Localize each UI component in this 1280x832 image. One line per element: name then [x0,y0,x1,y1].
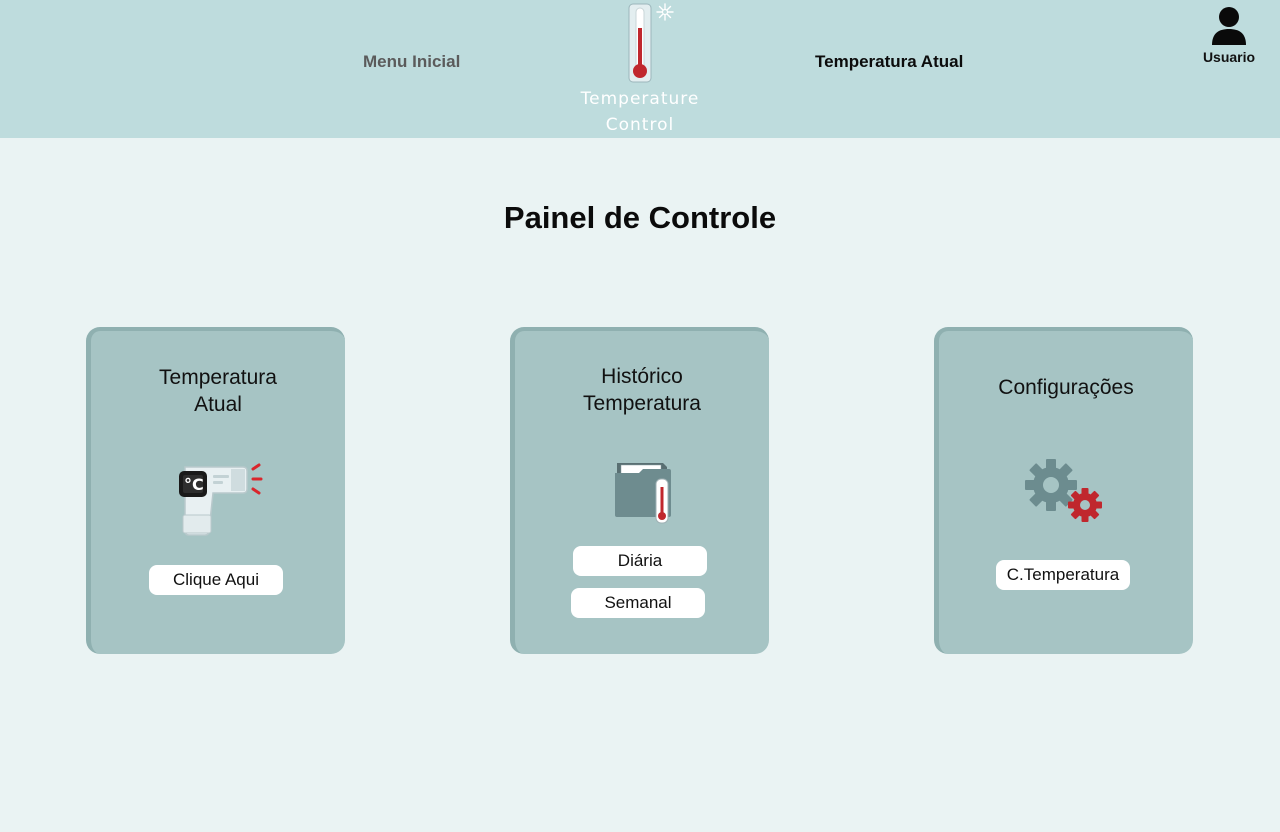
folder-thermometer-icon [615,463,671,524]
card-title: Histórico Temperatura [515,363,769,417]
logo-text-line2: Control [605,115,675,135]
logo-text: Temperature Control [570,86,710,138]
gears-icon [1025,459,1102,522]
card-title-line2: Temperatura [583,392,701,415]
card-configuracoes: Configurações C.Temperatura [934,327,1193,654]
top-header: Menu Inicial Temperature Control Tempera… [0,0,1280,138]
logo-text-line1: Temperature [580,89,700,109]
nav-temperatura-atual[interactable]: Temperatura Atual [815,52,963,72]
card-title-line1: Temperatura [159,366,277,389]
card-title: Temperatura Atual [91,364,345,418]
thermometer-gun-icon: °C [179,463,263,536]
svg-text:°C: °C [184,475,204,494]
clique-aqui-button[interactable]: Clique Aqui [149,565,283,595]
card-temperatura-atual: Temperatura Atual °C Clique Aqui [86,327,345,654]
c-temperatura-button[interactable]: C.Temperatura [996,560,1130,590]
user-avatar-icon [1212,7,1246,45]
card-title: Configurações [939,374,1193,401]
user-menu[interactable]: Usuario [1196,6,1262,65]
nav-menu-inicial[interactable]: Menu Inicial [363,52,460,72]
card-title-line1: Configurações [998,376,1134,399]
diaria-button[interactable]: Diária [573,546,707,576]
semanal-button[interactable]: Semanal [571,588,705,618]
app-logo[interactable]: Temperature Control [570,0,710,138]
card-title-line1: Histórico [601,365,683,388]
thermometer-logo-icon [628,3,674,83]
user-label: Usuario [1202,49,1256,65]
card-title-line2: Atual [194,393,242,416]
page-title: Painel de Controle [503,200,777,235]
card-historico-temperatura: Histórico Temperatura Diária Semanal [510,327,769,654]
